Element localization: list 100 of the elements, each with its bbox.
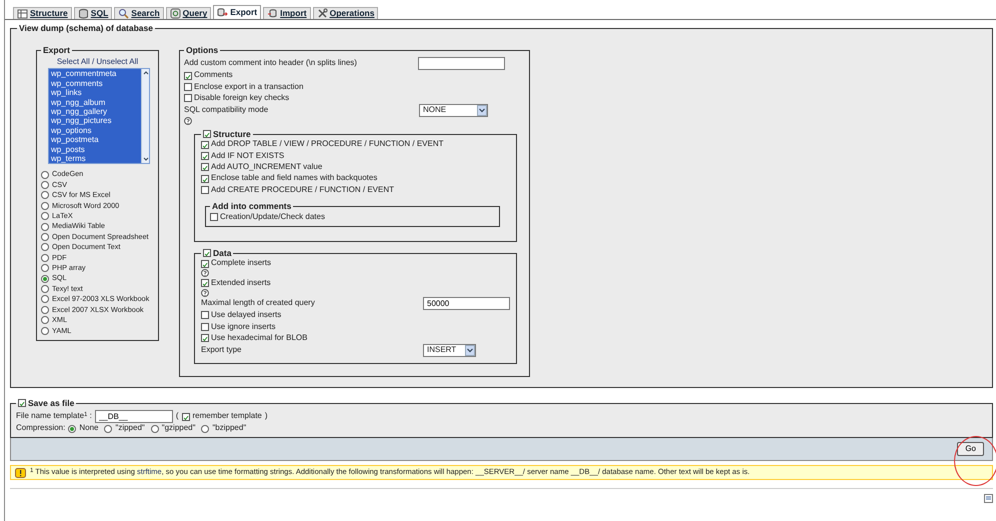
option-label: Add DROP TABLE / VIEW / PROCEDURE / FUNCTION / EVENT [211,139,444,150]
option-label: Export type [201,345,242,356]
radio-button[interactable] [104,424,112,433]
radio-button[interactable] [41,285,49,294]
list-item[interactable]: wp_terms [49,154,141,164]
go-button[interactable]: Go [957,442,984,456]
text-field[interactable] [418,57,505,70]
checkbox[interactable] [201,260,209,268]
help-icon[interactable] [201,288,209,297]
field-label: Compression: [16,423,66,434]
scroll-down-icon[interactable] [142,155,150,164]
dropdown[interactable]: INSERT [423,344,476,357]
radio-button[interactable] [41,181,49,190]
help-icon[interactable] [184,116,192,125]
checkbox[interactable] [201,322,209,331]
radio-button[interactable] [201,424,210,433]
list-box[interactable]: wp_commentmeta wp_comments wp_links wp_ngg_album wp_ngg_gallery wp_ngg_pictures wp_options wp_postmeta wp_posts wp_terms [48,68,150,164]
field-label: File name template$^{1}$ : [16,411,92,422]
tab[interactable]: Structure [13,7,72,19]
option-label: Add custom comment into header (\n splits lines) [184,58,357,69]
list-item[interactable]: wp_ngg_pictures [49,116,141,126]
option-label: Use delayed inserts [211,310,282,321]
radio-button[interactable] [41,264,49,272]
section-title: Options [185,45,220,55]
radio-button[interactable] [41,326,49,335]
tools-icon [316,8,328,19]
radio-button[interactable] [41,202,49,210]
list-item[interactable]: wp_postmeta [49,135,141,145]
text-field[interactable]: __DB__ [94,410,173,423]
checkbox[interactable] [203,130,211,138]
option-label: Use ignore inserts [211,322,276,332]
checkbox[interactable] [210,213,218,222]
radio-button[interactable] [41,191,49,200]
section-title: Structure [213,129,251,139]
option-label: Use hexadecimal for BLOB [211,332,308,344]
checkbox[interactable] [201,311,209,320]
page-icon [984,494,993,503]
search-icon [118,8,130,19]
section-title: Add into comments [211,201,292,212]
radio-button[interactable] [150,424,159,433]
radio-button[interactable] [41,274,49,283]
option-label: Extended inserts [211,278,271,288]
section-title: View dump (schema) of database [18,23,154,33]
radio-button[interactable] [41,254,49,262]
checkbox[interactable] [184,72,192,80]
option-label: Add IF NOT EXISTS [211,150,284,162]
parenthesis: ) [264,411,268,422]
text-field[interactable]: 50000 [423,296,510,310]
database-icon [217,7,228,18]
radio-button[interactable] [41,222,49,231]
radio-button[interactable] [68,424,76,433]
tab[interactable]: Import [263,7,311,19]
radio-button[interactable] [41,295,49,304]
checkbox[interactable] [201,152,209,160]
link[interactable]: Select All / Unselect All [41,57,154,68]
radio-button[interactable] [41,306,49,314]
radio-button[interactable] [41,316,49,324]
radio-button[interactable] [41,243,49,252]
warning-icon [15,468,26,478]
checkbox[interactable] [201,140,209,149]
checkbox[interactable] [182,412,190,420]
scrollbar[interactable] [141,69,149,164]
checkbox[interactable] [201,186,209,194]
tab[interactable]: Query [166,7,212,19]
radio-button[interactable] [41,170,49,179]
option-label: None [79,423,98,434]
checkbox[interactable] [18,399,26,407]
parenthesis: ( [176,411,178,422]
option-label: remember template [192,411,262,422]
tab[interactable]: Search [114,7,164,19]
radio-button[interactable] [41,233,49,242]
option-label: Enclose table and field names with backquotes [211,173,378,184]
option-label: "zipped" [115,423,145,434]
radio-button[interactable] [41,212,49,220]
option-label: SQL compatibility mode [184,105,268,116]
option-label: Creation/Update/Check dates [220,212,325,222]
database-icon [78,8,89,19]
tab[interactable]: Export [213,5,262,19]
checkbox[interactable] [184,82,192,91]
section-title: Data [213,248,232,258]
checkbox[interactable] [201,334,209,342]
dropdown[interactable]: NONE [419,104,488,117]
list-item[interactable]: wp_links [49,88,141,98]
checkbox[interactable] [184,94,192,102]
checkbox[interactable] [201,174,209,183]
list-item[interactable]: wp_commentmeta [49,69,141,79]
checkbox[interactable] [201,163,209,172]
caret-icon[interactable] [477,104,487,116]
option-label: Complete inserts [211,258,272,269]
section-title: Save as file [28,398,74,408]
caret-icon[interactable] [465,344,475,356]
checkbox[interactable] [203,249,211,257]
option-label: Add AUTO_INCREMENT value [211,162,322,172]
option-label: Comments [194,70,233,81]
database-icon [267,8,278,19]
checkbox[interactable] [201,279,209,288]
help-icon[interactable] [201,269,209,278]
tab[interactable]: Operations [312,7,378,19]
tab[interactable]: SQL [74,7,112,19]
list-item[interactable]: wp_ngg_gallery [49,107,141,116]
